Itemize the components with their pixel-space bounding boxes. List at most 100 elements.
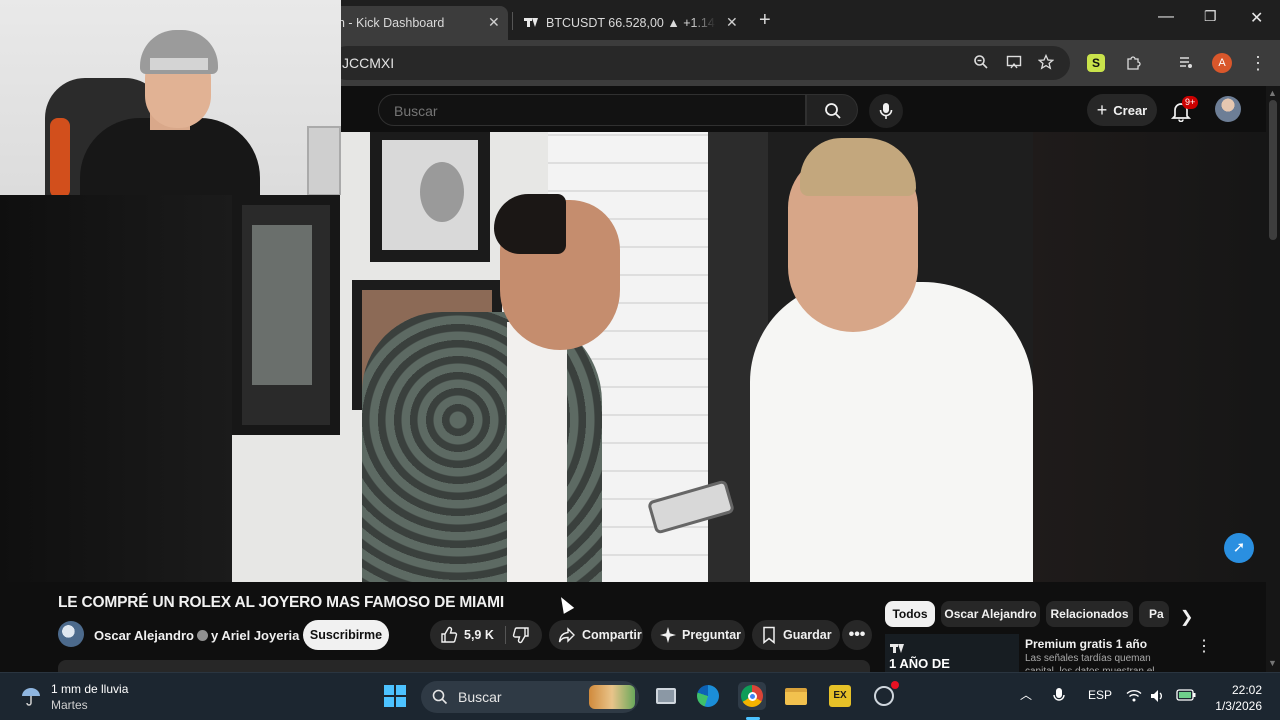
rocket-extension-icon[interactable]: ➚ xyxy=(1224,533,1254,563)
more-horizontal-icon: ••• xyxy=(848,626,866,643)
scroll-up-icon[interactable]: ▲ xyxy=(1268,88,1277,98)
volume-icon[interactable] xyxy=(1150,689,1166,703)
minimize-icon[interactable]: — xyxy=(1158,8,1174,26)
search-button[interactable] xyxy=(806,94,858,126)
extensions-puzzle-icon[interactable] xyxy=(1124,54,1142,72)
tab-kick-dashboard[interactable]: n - Kick Dashboard ✕ xyxy=(330,6,508,40)
chip-all-label: Todos xyxy=(892,607,928,621)
excel-icon[interactable]: EX xyxy=(826,682,854,710)
close-window-icon[interactable]: ✕ xyxy=(1250,8,1263,28)
search-icon xyxy=(825,103,841,119)
page-scrollbar[interactable]: ▲ ▼ xyxy=(1266,86,1280,672)
wifi-icon[interactable] xyxy=(1126,689,1142,702)
umbrella-rain-icon xyxy=(22,688,40,706)
webcam-wall-frame xyxy=(307,126,341,195)
channel-name[interactable]: Oscar Alejandro xyxy=(94,628,194,643)
subscribe-button[interactable]: Suscribirme xyxy=(303,620,389,650)
like-count: 5,9 K xyxy=(464,628,494,642)
create-button[interactable]: + Crear xyxy=(1087,94,1157,126)
ad-title[interactable]: Premium gratis 1 año xyxy=(1025,637,1147,651)
file-explorer-icon[interactable] xyxy=(782,682,810,710)
battery-icon[interactable] xyxy=(1176,689,1196,701)
save-button[interactable]: Guardar xyxy=(752,620,840,650)
edge-icon[interactable] xyxy=(694,682,722,710)
video-scene-shirt xyxy=(507,322,567,582)
ad-description: Las señales tardías queman capital, los … xyxy=(1025,652,1185,671)
language-indicator[interactable]: ESP xyxy=(1088,688,1112,702)
youtube-search-box[interactable] xyxy=(378,94,806,126)
chip-related[interactable]: Relacionados xyxy=(1046,601,1133,627)
cast-icon[interactable] xyxy=(1005,54,1023,72)
tab-btcusdt-label: BTCUSDT 66.528,00 ▲ +1.14% S xyxy=(546,16,716,30)
media-queue-icon[interactable] xyxy=(1177,54,1195,72)
search-icon xyxy=(432,689,448,705)
chip-related-label: Relacionados xyxy=(1050,607,1129,621)
chip-partial[interactable]: Pa xyxy=(1139,601,1169,627)
like-divider xyxy=(505,626,506,644)
address-bar[interactable]: JCCMXI xyxy=(330,46,1070,80)
bookmark-icon xyxy=(763,626,775,644)
ad-thumbnail[interactable]: 1 AÑO DE xyxy=(885,634,1019,672)
restore-icon[interactable]: ❐ xyxy=(1204,8,1217,25)
player-ambient-right xyxy=(1033,132,1266,582)
profile-initial: A xyxy=(1218,57,1226,69)
webcam-person-cap-band xyxy=(150,58,208,70)
video-player[interactable] xyxy=(0,132,1266,582)
tray-overflow-icon[interactable]: ︿ xyxy=(1020,686,1032,703)
ad-more-icon[interactable]: ⋮ xyxy=(1196,636,1212,656)
ask-button[interactable]: Preguntar xyxy=(651,620,745,650)
tab-btcusdt[interactable]: BTCUSDT 66.528,00 ▲ +1.14% S ✕ xyxy=(516,6,748,40)
chevron-right-icon[interactable]: ❯ xyxy=(1180,607,1193,627)
dislike-button[interactable] xyxy=(512,626,536,647)
video-scene-mirror xyxy=(232,195,340,435)
video-scene-person-right xyxy=(750,282,1033,582)
scrollbar-thumb[interactable] xyxy=(1269,100,1277,240)
windows-start-icon[interactable] xyxy=(384,685,406,707)
taskbar-clock[interactable]: 22:02 1/3/2026 xyxy=(1212,682,1262,714)
microphone-icon xyxy=(879,103,893,119)
tab-close-icon[interactable]: ✕ xyxy=(488,14,500,31)
like-button[interactable]: 5,9 K xyxy=(430,626,494,644)
channel-names[interactable]: Oscar Alejandro y Ariel Joyeria xyxy=(94,628,299,643)
clock-date: 1/3/2026 xyxy=(1215,699,1262,713)
sparkle-icon xyxy=(660,627,676,643)
weather-summary[interactable]: 1 mm de lluvia xyxy=(51,682,128,696)
channel-avatar[interactable] xyxy=(58,621,84,647)
save-label: Guardar xyxy=(783,628,832,642)
ask-label: Preguntar xyxy=(682,628,742,642)
share-button[interactable]: Compartir xyxy=(549,620,643,650)
tradingview-icon xyxy=(524,16,546,30)
chip-oscar-alejandro[interactable]: Oscar Alejandro xyxy=(941,601,1040,627)
description-box[interactable] xyxy=(58,660,870,672)
task-view-icon[interactable] xyxy=(652,682,680,710)
browser-menu-icon[interactable]: ⋮ xyxy=(1249,54,1267,72)
tray-microphone-icon[interactable] xyxy=(1053,687,1065,705)
app-with-notification-icon[interactable] xyxy=(870,681,899,710)
video-title: LE COMPRÉ UN ROLEX AL JOYERO MAS FAMOSO … xyxy=(58,594,504,611)
account-avatar[interactable] xyxy=(1215,96,1241,122)
windows-taskbar: 1 mm de lluvia Martes Buscar EX ︿ ESP 22… xyxy=(0,672,1280,720)
profile-avatar[interactable]: A xyxy=(1212,53,1232,73)
video-frame[interactable] xyxy=(232,132,1033,582)
more-actions-button[interactable]: ••• xyxy=(842,620,872,650)
verified-icon xyxy=(196,630,208,641)
thumbs-down-icon xyxy=(512,627,529,644)
video-scene-portrait xyxy=(370,132,490,262)
search-input[interactable] xyxy=(392,102,792,120)
taskbar-search[interactable]: Buscar xyxy=(421,681,639,713)
bookmark-star-icon[interactable] xyxy=(1037,53,1055,72)
extension-s-icon[interactable]: S xyxy=(1087,54,1105,72)
video-scene-hair-left xyxy=(494,194,566,254)
notifications-badge: 9+ xyxy=(1182,96,1199,109)
tab-close-icon[interactable]: ✕ xyxy=(726,14,738,31)
address-url: JCCMXI xyxy=(342,55,395,71)
zoom-icon[interactable] xyxy=(972,54,990,72)
new-tab-icon[interactable]: + xyxy=(759,9,771,32)
collab-channel[interactable]: y Ariel Joyeria xyxy=(211,628,299,643)
chrome-icon[interactable] xyxy=(738,682,766,710)
voice-search-button[interactable] xyxy=(869,94,903,128)
player-ambient-left xyxy=(0,195,232,582)
webcam-chair-stripe xyxy=(50,118,70,195)
chip-all[interactable]: Todos xyxy=(885,601,935,627)
scroll-down-icon[interactable]: ▼ xyxy=(1268,658,1277,668)
